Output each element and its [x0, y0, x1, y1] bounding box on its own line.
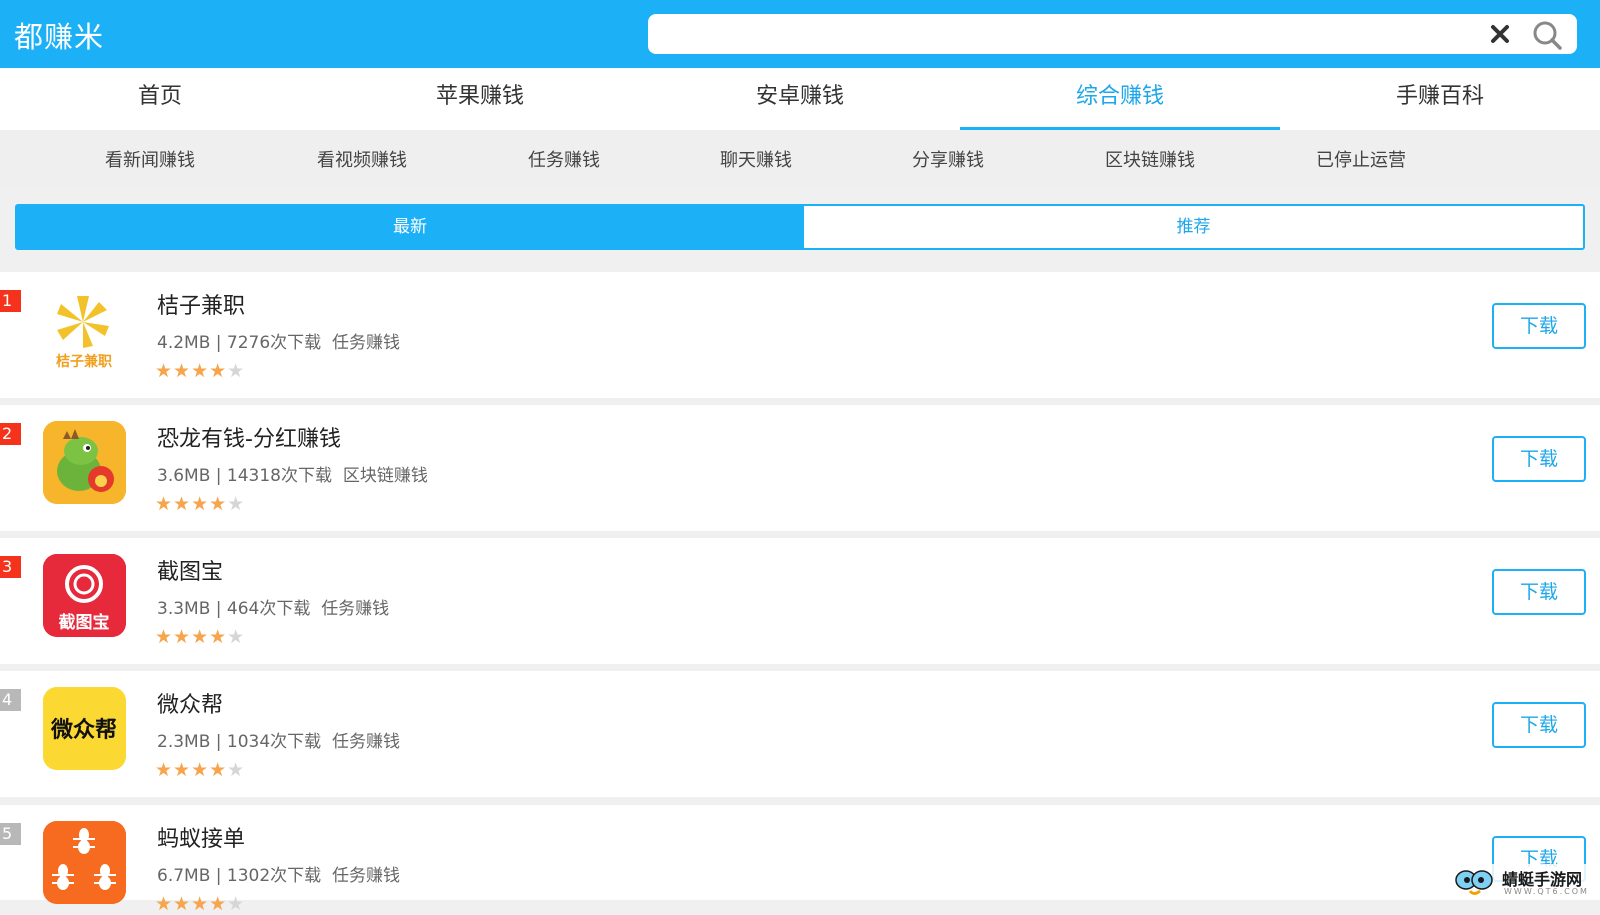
- rank-badge: 3: [0, 556, 21, 578]
- screenshot-treasure-icon: 截图宝: [43, 554, 126, 637]
- orange-slice-icon: 桔子兼职: [43, 288, 126, 371]
- top-bar: 都赚米: [0, 0, 1600, 68]
- list-item[interactable]: 4 微众帮 微众帮 2.3MB | 1034次下载 任务赚钱 ★★★★★ 下载: [0, 671, 1600, 797]
- tab-android-earn[interactable]: 安卓赚钱: [640, 68, 960, 130]
- subnav-news-earn[interactable]: 看新闻赚钱: [105, 146, 195, 172]
- watermark-url: WWW.QT6.COM: [1504, 887, 1589, 896]
- download-button[interactable]: 下载: [1492, 569, 1586, 615]
- svg-text:微众帮: 微众帮: [50, 717, 117, 743]
- tab-encyclopedia[interactable]: 手赚百科: [1280, 68, 1600, 130]
- tab-home[interactable]: 首页: [0, 68, 320, 130]
- list-item[interactable]: 3 截图宝 截图宝 3.3MB | 464次下载 任务赚钱 ★★★★★ 下载: [0, 538, 1600, 664]
- main-tabs: 首页 苹果赚钱 安卓赚钱 综合赚钱 手赚百科: [0, 68, 1600, 130]
- list-item[interactable]: 2 恐龙有钱-分红赚钱 3.6MB | 14318次下载 区块链赚钱 ★★★★★…: [0, 405, 1600, 531]
- download-button[interactable]: 下载: [1492, 702, 1586, 748]
- app-meta: 6.7MB | 1302次下载 任务赚钱: [157, 866, 400, 886]
- search-icon[interactable]: [1530, 18, 1564, 52]
- search-input[interactable]: [662, 20, 1462, 48]
- star-rating: ★★★★★: [155, 759, 246, 781]
- toggle-latest[interactable]: 最新: [17, 206, 803, 248]
- search-box[interactable]: [648, 14, 1577, 54]
- subnav-task-earn[interactable]: 任务赚钱: [528, 146, 600, 172]
- dragonfly-logo-icon: [1455, 870, 1493, 895]
- app-name[interactable]: 桔子兼职: [157, 288, 245, 320]
- watermark: 蜻蜓手游网 WWW.QT6.COM: [1452, 864, 1600, 900]
- star-rating: ★★★★★: [155, 360, 246, 382]
- app-name[interactable]: 微众帮: [157, 687, 223, 719]
- close-icon[interactable]: [1486, 20, 1514, 48]
- star-rating: ★★★★★: [155, 893, 246, 915]
- subnav-share-earn[interactable]: 分享赚钱: [912, 146, 984, 172]
- rank-badge: 1: [0, 290, 21, 312]
- list-item[interactable]: 1 桔子兼职 桔子兼职 4.2MB | 7276次下载 任务赚钱 ★★★★★ 下…: [0, 272, 1600, 398]
- download-button[interactable]: 下载: [1492, 436, 1586, 482]
- app-name[interactable]: 蚂蚁接单: [157, 821, 245, 853]
- tab-apple-earn[interactable]: 苹果赚钱: [320, 68, 640, 130]
- app-meta: 4.2MB | 7276次下载 任务赚钱: [157, 333, 400, 353]
- app-title: 都赚米: [14, 20, 105, 54]
- star-rating: ★★★★★: [155, 493, 246, 515]
- rank-badge: 2: [0, 423, 21, 445]
- app-meta: 3.6MB | 14318次下载 区块链赚钱: [157, 466, 428, 486]
- tab-general-earn[interactable]: 综合赚钱: [960, 68, 1280, 130]
- rank-badge: 4: [0, 689, 21, 711]
- svg-text:截图宝: 截图宝: [59, 612, 110, 633]
- ant-icon: [43, 821, 126, 904]
- app-meta: 2.3MB | 1034次下载 任务赚钱: [157, 732, 400, 752]
- app-name[interactable]: 截图宝: [157, 554, 223, 586]
- subnav-blockchain-earn[interactable]: 区块链赚钱: [1105, 146, 1195, 172]
- weizhongbang-icon: 微众帮: [43, 687, 126, 770]
- star-rating: ★★★★★: [155, 626, 246, 648]
- download-button[interactable]: 下载: [1492, 303, 1586, 349]
- subnav-chat-earn[interactable]: 聊天赚钱: [720, 146, 792, 172]
- dinosaur-icon: [43, 421, 126, 504]
- list-item[interactable]: 5 蚂蚁接单 6.7MB | 1302次下载 任务赚钱 ★★★★★ 下载: [0, 805, 1600, 915]
- sort-toggle: 最新 推荐: [15, 204, 1585, 250]
- svg-text:桔子兼职: 桔子兼职: [56, 353, 112, 370]
- app-meta: 3.3MB | 464次下载 任务赚钱: [157, 599, 390, 619]
- rank-badge: 5: [0, 823, 21, 845]
- toggle-recommended[interactable]: 推荐: [803, 206, 1583, 248]
- sub-category-nav: 看新闻赚钱 看视频赚钱 任务赚钱 聊天赚钱 分享赚钱 区块链赚钱 已停止运营: [0, 130, 1600, 188]
- subnav-discontinued[interactable]: 已停止运营: [1316, 146, 1406, 172]
- subnav-video-earn[interactable]: 看视频赚钱: [317, 146, 407, 172]
- app-name[interactable]: 恐龙有钱-分红赚钱: [157, 421, 341, 453]
